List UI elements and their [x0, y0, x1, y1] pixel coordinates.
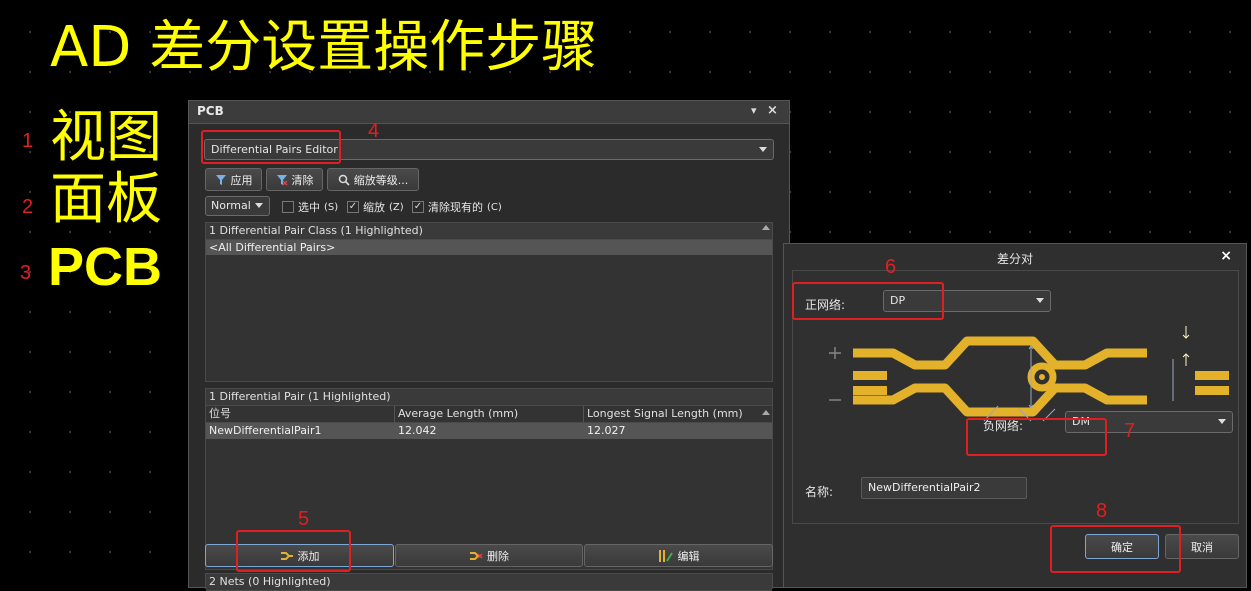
step-num-4: 4	[368, 120, 380, 142]
zoom-level-label: 缩放等级...	[353, 173, 409, 187]
clear-button[interactable]: 清除	[266, 168, 323, 191]
zoom-level-button[interactable]: 缩放等级...	[327, 168, 419, 191]
mode-select[interactable]: Normal	[205, 196, 270, 216]
step-num-5: 5	[298, 508, 310, 530]
name-label: 名称:	[805, 485, 834, 499]
clearance-arrow	[1182, 326, 1190, 339]
tutorial-title: AD 差分设置操作步骤	[50, 15, 598, 80]
plus-sign	[829, 347, 841, 359]
pcb-panel: PCB ▾ × Differential Pairs Editor 应用 清除 …	[188, 100, 790, 591]
checkbox-shortcut: (C)	[487, 201, 502, 213]
diff-pair-header: 1 Differential Pair (1 Highlighted)	[206, 389, 772, 406]
cancel-label: 取消	[1191, 540, 1213, 554]
column-average-length[interactable]: Average Length (mm)	[395, 406, 584, 422]
chevron-down-icon	[759, 146, 767, 152]
pad-right-top	[1195, 371, 1229, 380]
delete-button[interactable]: 删除	[395, 544, 583, 567]
edit-button[interactable]: 编辑	[584, 544, 773, 567]
clear-existing-checkbox[interactable]: ✓ 清除现有的 (C)	[412, 199, 502, 215]
highlight-box-step-6	[792, 282, 944, 320]
list-item[interactable]: <All Differential Pairs>	[206, 240, 772, 255]
step-text-view: 视图	[50, 105, 162, 170]
pair-class-header: 1 Differential Pair Class (1 Highlighted…	[206, 223, 772, 240]
trace-negative	[853, 383, 1147, 417]
panel-close-icon[interactable]: ×	[767, 103, 778, 118]
sort-arrow-icon	[762, 410, 770, 415]
pair-class-list: 1 Differential Pair Class (1 Highlighted…	[205, 222, 773, 382]
checkbox-label: 选中	[298, 201, 320, 214]
clear-label: 清除	[291, 173, 314, 187]
step-num-8: 8	[1096, 500, 1108, 522]
step-text-pcb: PCB	[48, 237, 163, 297]
pad-left-bottom	[853, 386, 887, 395]
step-num-2: 2	[22, 196, 34, 218]
column-designator[interactable]: 位号	[206, 406, 395, 422]
column-longest-length[interactable]: Longest Signal Length (mm)	[584, 406, 772, 422]
diff-pair-delete-icon	[470, 551, 483, 560]
table-row[interactable]: NewDifferentialPair1 12.042 12.027	[206, 423, 772, 439]
mode-value: Normal	[211, 199, 251, 212]
edit-label: 编辑	[677, 549, 700, 563]
table-header: 位号 Average Length (mm) Longest Signal Le…	[206, 406, 772, 423]
apply-label: 应用	[230, 173, 253, 187]
filter-icon	[215, 174, 226, 185]
highlight-box-step-4	[201, 130, 341, 164]
highlight-box-step-7	[966, 418, 1107, 456]
zoom-checkbox[interactable]: ✓ 缩放 (Z)	[347, 199, 404, 215]
trace-positive	[853, 336, 1147, 370]
checkbox-label: 缩放	[363, 201, 385, 214]
checkbox-shortcut: (S)	[324, 201, 339, 213]
checkmark-icon: ✓	[347, 201, 359, 213]
pad-left-top	[853, 371, 887, 380]
select-checkbox[interactable]: 选中 (S)	[282, 199, 338, 215]
pcb-panel-title: PCB	[197, 104, 224, 118]
chevron-down-icon	[255, 203, 263, 208]
highlight-box-step-5	[236, 530, 351, 572]
chevron-down-icon	[1218, 419, 1226, 424]
pad-right-bottom	[1195, 386, 1229, 395]
checkbox-label: 清除现有的	[428, 201, 483, 214]
cell-average-length: 12.042	[395, 423, 584, 439]
step-num-1: 1	[22, 130, 34, 152]
step-text-panel: 面板	[50, 167, 162, 232]
cell-longest-length: 12.027	[587, 424, 626, 437]
clearance-arrow	[1182, 353, 1190, 366]
magnifier-icon	[338, 174, 350, 186]
step-num-7: 7	[1124, 420, 1136, 442]
panel-menu-icon[interactable]: ▾	[751, 104, 757, 117]
checkmark-icon: ✓	[412, 201, 424, 213]
delete-label: 删除	[487, 549, 509, 563]
checkbox-shortcut: (Z)	[389, 201, 404, 213]
pcb-panel-header: PCB ▾ ×	[189, 101, 789, 124]
dialog-title: 差分对	[996, 252, 1033, 266]
via-hole	[1039, 374, 1045, 380]
clear-filter-icon	[276, 174, 288, 186]
apply-button[interactable]: 应用	[205, 168, 262, 191]
pair-name-input[interactable]: NewDifferentialPair2	[861, 477, 1027, 499]
nets-list: 2 Nets (0 Highlighted)	[205, 573, 773, 591]
checkbox-box	[282, 201, 294, 213]
diff-pair-edit-icon	[658, 549, 673, 562]
cell-designator: NewDifferentialPair1	[206, 423, 395, 439]
sort-arrow-icon	[762, 225, 770, 230]
step-num-6: 6	[885, 256, 897, 278]
chevron-down-icon	[1036, 298, 1044, 303]
step-num-3: 3	[20, 262, 32, 284]
highlight-box-step-8	[1050, 525, 1181, 573]
close-icon[interactable]: ×	[1220, 248, 1232, 264]
nets-header: 2 Nets (0 Highlighted)	[206, 574, 772, 591]
